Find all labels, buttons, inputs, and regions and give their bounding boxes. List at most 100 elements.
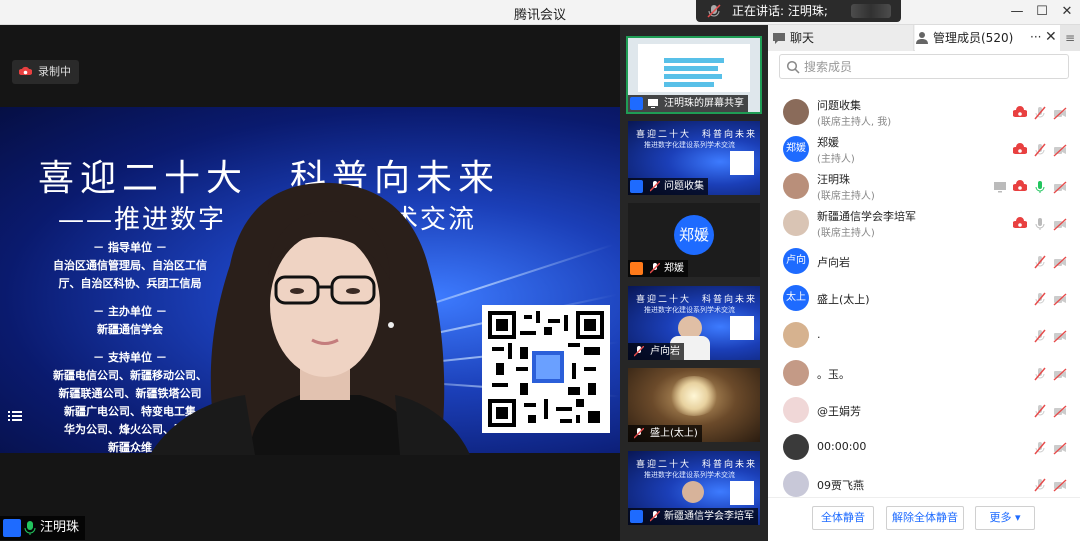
mute-all-button[interactable]: 全体静音 <box>812 506 874 530</box>
mic-muted-icon <box>707 4 721 18</box>
window-title: 腾讯会议 <box>513 8 566 23</box>
camera-off-icon[interactable] <box>1053 441 1067 455</box>
mic-muted-icon[interactable] <box>1033 367 1047 381</box>
mic-muted-icon <box>634 428 644 439</box>
thumb-li-peijun[interactable]: 喜迎二十大 科普向未来 推进数字化建设系列学术交流 新疆通信学会李培军 <box>628 451 760 525</box>
avatar <box>783 471 809 497</box>
camera-off-icon[interactable] <box>1053 292 1067 306</box>
camera-off-icon[interactable] <box>1053 329 1067 343</box>
user-icon <box>630 510 643 523</box>
member-name: . <box>817 328 821 341</box>
avatar <box>783 210 809 236</box>
slide-organizers: － 指导单位 － 自治区通信管理局、自治区工信 厅、自治区科协、兵团工信局 － … <box>53 241 207 453</box>
video-thumbnail-list: 汪明珠的屏幕共享 喜迎二十大 科普向未来 推进数字化建设系列学术交流 问题收集 … <box>620 25 768 541</box>
member-row[interactable]: 新疆通信学会李培军 (联席主持人) <box>768 205 1080 242</box>
mic-muted-icon[interactable] <box>1033 143 1047 157</box>
mic-muted-icon[interactable] <box>1033 441 1047 455</box>
thumb-lu-xiangyan[interactable]: 喜迎二十大 科普向未来 推进数字化建设系列学术交流 卢向岩 <box>628 286 760 360</box>
chat-icon <box>773 33 785 44</box>
avatar <box>783 99 809 125</box>
recording-icon[interactable] <box>1013 180 1027 194</box>
more-options-button[interactable]: ··· <box>1030 25 1041 49</box>
avatar: 郑媛 <box>783 136 809 162</box>
member-search <box>779 54 1069 79</box>
member-role: (联席主持人) <box>817 228 875 239</box>
slide-title: 喜迎二十大 科普向未来 <box>38 158 501 199</box>
screen-share-icon[interactable] <box>993 180 1007 194</box>
avatar <box>783 173 809 199</box>
thumb-zheng-yuan[interactable]: 郑媛 郑媛 <box>628 203 760 277</box>
panel-footer: 全体静音 解除全体静音 更多 ▾ <box>768 497 1080 541</box>
members-icon <box>916 32 928 44</box>
minimize-button[interactable]: — <box>1005 3 1029 21</box>
close-window-button[interactable]: ✕ <box>1055 3 1079 21</box>
avatar: 卢向岩 <box>783 248 809 274</box>
mic-muted-icon <box>650 263 660 274</box>
mic-muted-icon[interactable] <box>1033 478 1047 492</box>
recording-icon[interactable] <box>1013 106 1027 120</box>
shared-slide: 喜迎二十大 科普向未来 ——推进数字 列学术交流 － 指导单位 － 自治区通信管理… <box>0 107 620 453</box>
unmute-all-button[interactable]: 解除全体静音 <box>886 506 964 530</box>
search-input[interactable] <box>804 57 1064 76</box>
member-row[interactable]: 。玉。 <box>768 355 1080 392</box>
camera-off-icon[interactable] <box>1053 367 1067 381</box>
camera-off-icon[interactable] <box>1053 255 1067 269</box>
camera-off-icon[interactable] <box>1053 143 1067 157</box>
mic-icon[interactable] <box>1033 180 1047 194</box>
slide-subtitle: ——推进数字 列学术交流 <box>58 205 477 235</box>
member-row[interactable]: 太上 盛上(太上) <box>768 280 1080 317</box>
member-row[interactable]: @王娟芳 <box>768 392 1080 429</box>
main-video[interactable]: 录制中 喜迎二十大 科普向未来 ——推进数字 列学术交流 － 指导单位 － 自治区… <box>0 25 620 541</box>
maximize-button[interactable]: ☐ <box>1030 3 1054 21</box>
mic-muted-icon[interactable] <box>1033 292 1047 306</box>
panel-toggle-button[interactable]: ≡ <box>1060 25 1080 51</box>
speaking-label: 正在讲话: 汪明珠; <box>732 4 828 18</box>
member-name: @王娟芳 <box>817 405 861 418</box>
member-row[interactable]: . <box>768 317 1080 354</box>
recording-icon <box>19 66 32 75</box>
member-name: 汪明珠 <box>817 173 850 186</box>
user-icon <box>3 519 21 537</box>
member-name: 盛上(太上) <box>817 293 870 306</box>
camera-off-icon[interactable] <box>1053 478 1067 492</box>
members-panel: 聊天 管理成员(520) ··· ✕ ≡ 问题收集 (联席主持人, 我) 郑媛郑媛 (… <box>768 25 1080 541</box>
member-row[interactable]: 郑媛 郑媛 (主持人) <box>768 131 1080 168</box>
menu-icon[interactable] <box>8 409 22 423</box>
thumb-question-collect[interactable]: 喜迎二十大 科普向未来 推进数字化建设系列学术交流 问题收集 <box>628 121 760 195</box>
panel-tabs: 聊天 管理成员(520) ··· ✕ ≡ <box>768 25 1080 51</box>
camera-off-icon[interactable] <box>1053 106 1067 120</box>
recording-label: 录制中 <box>38 65 71 78</box>
camera-off-icon[interactable] <box>1053 217 1067 231</box>
mic-muted-icon[interactable] <box>1033 329 1047 343</box>
close-panel-button[interactable]: ✕ <box>1045 25 1057 49</box>
member-role: (主持人) <box>817 154 855 165</box>
camera-off-icon[interactable] <box>1053 404 1067 418</box>
recording-badge[interactable]: 录制中 <box>12 60 79 84</box>
recording-icon[interactable] <box>1013 143 1027 157</box>
main-name: 汪明珠 <box>40 520 80 535</box>
member-row[interactable]: 00:00:00 <box>768 429 1080 466</box>
avatar: 太上 <box>783 285 809 311</box>
mic-muted-icon[interactable] <box>1033 255 1047 269</box>
member-name: 09贾飞燕 <box>817 479 864 492</box>
thumb-screen-share[interactable]: 汪明珠的屏幕共享 <box>626 36 762 114</box>
recording-icon[interactable] <box>1013 217 1027 231</box>
mic-icon[interactable] <box>1033 217 1047 231</box>
speaker-avatars <box>851 4 891 18</box>
screen-share-icon <box>648 99 658 108</box>
more-button[interactable]: 更多 ▾ <box>975 506 1035 530</box>
member-row[interactable]: 汪明珠 (联席主持人) <box>768 168 1080 205</box>
title-bar: 腾讯会议 正在讲话: 汪明珠; — ☐ ✕ <box>0 0 1080 25</box>
tab-chat[interactable]: 聊天 <box>768 25 914 51</box>
mic-muted-icon[interactable] <box>1033 106 1047 120</box>
main-name-tag: 汪明珠 <box>0 516 86 540</box>
camera-off-icon[interactable] <box>1053 180 1067 194</box>
user-icon <box>630 180 643 193</box>
avatar <box>783 360 809 386</box>
search-icon <box>786 60 800 74</box>
thumb-sheng-shang[interactable]: 盛上(太上) <box>628 368 760 442</box>
mic-muted-icon[interactable] <box>1033 404 1047 418</box>
member-name: 新疆通信学会李培军 <box>817 210 916 223</box>
member-row[interactable]: 问题收集 (联席主持人, 我) <box>768 94 1080 131</box>
member-row[interactable]: 卢向岩卢向岩 <box>768 243 1080 280</box>
